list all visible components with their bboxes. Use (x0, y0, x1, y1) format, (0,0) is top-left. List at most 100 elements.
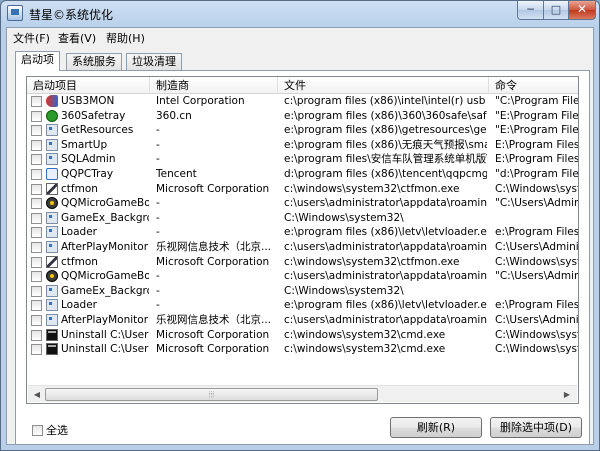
row-manufacturer: Microsoft Corporation (156, 255, 270, 268)
table-row[interactable]: QQMicroGameBoxTray- c:\users\administrato… (27, 269, 578, 284)
row-file: c:\users\administrator\appdata\roaming\l… (284, 313, 487, 326)
row-checkbox[interactable] (31, 212, 42, 224)
row-startup-name: QQMicroGameBoxTray (61, 270, 149, 283)
row-checkbox[interactable] (31, 227, 42, 239)
tab-services[interactable]: 系统服务 (66, 53, 122, 70)
row-checkbox[interactable] (31, 198, 42, 210)
column-header-command[interactable]: 命令 (489, 77, 578, 94)
delete-selected-button[interactable]: 删除选中项(D) (490, 417, 582, 438)
row-manufacturer: - (156, 284, 160, 297)
row-manufacturer: - (156, 299, 160, 312)
row-checkbox[interactable] (31, 314, 42, 326)
row-command: E:\Program Files (x (495, 138, 579, 151)
table-row[interactable]: AfterPlayMonitor 乐视网信息技术（北京... c:\users\ad… (27, 313, 578, 328)
maximize-button[interactable]: □ (543, 1, 569, 20)
row-startup-name: AfterPlayMonitor (61, 240, 149, 253)
title-bar[interactable]: 彗星©系统优化 ─ □ ✕ (1, 1, 599, 25)
tab-junk-cleanup[interactable]: 垃圾清理 (126, 53, 182, 70)
row-checkbox[interactable] (31, 183, 42, 195)
column-header-startup-item[interactable]: 启动项目 (27, 77, 150, 94)
table-row[interactable]: Uninstall C:\Users\A... Microsoft Corpora… (27, 328, 578, 343)
app-icon (46, 138, 58, 151)
game-icon (46, 197, 58, 210)
row-checkbox[interactable] (31, 329, 42, 341)
scroll-left-arrow-icon[interactable]: ◀ (29, 387, 45, 402)
table-row[interactable]: Loader - e:\program files (x86)\letv\letvl… (27, 298, 579, 313)
startup-panel: 启动项目 制造商 文件 命令 USB3MON Intel Corporation c… (15, 70, 590, 445)
table-row[interactable]: GameEx_Background- C:\Windows\system32\ (27, 211, 578, 226)
row-command: C:\Users\Administr (495, 240, 579, 253)
row-command: e:\Program Files (x (495, 299, 579, 312)
column-header-manufacturer[interactable]: 制造商 (150, 77, 278, 94)
minimize-button[interactable]: ─ (517, 1, 544, 20)
row-file: e:\program files\安信车队管理系统单机版\... (284, 153, 487, 166)
table-row[interactable]: SQLAdmin - e:\program files\安信车队管理系统单机版\..… (27, 152, 579, 167)
row-file: c:\windows\system32\cmd.exe (284, 328, 446, 341)
menu-view[interactable]: 查看(V) (58, 30, 96, 46)
row-file: d:\program files (x86)\tencent\qqpcmgr\1… (284, 167, 487, 180)
table-row[interactable]: AfterPlayMonitor 乐视网信息技术（北京... c:\users\ad… (27, 240, 579, 255)
horizontal-scrollbar[interactable]: ◀ ⦙⦙⦙ ▶ (28, 385, 577, 402)
row-startup-name: AfterPlayMonitor (61, 313, 149, 326)
select-all-checkbox[interactable] (32, 425, 43, 436)
table-row[interactable]: 360Safetray 360.cn e:\program files (x86)\… (27, 109, 578, 124)
table-row[interactable]: SmartUp - e:\program files (x86)\无痕天气预报\sm… (27, 138, 579, 153)
table-row[interactable]: GameEx_Background- C:\Windows\system32\ (27, 284, 578, 299)
app-icon (46, 226, 58, 239)
close-button[interactable]: ✕ (568, 1, 596, 20)
row-checkbox[interactable] (31, 285, 42, 297)
column-header-file[interactable]: 文件 (278, 77, 489, 94)
row-startup-name: 360Safetray (61, 109, 126, 122)
row-file: e:\program files (x86)\360\360safe\safem… (284, 109, 487, 122)
startup-list: 启动项目 制造商 文件 命令 USB3MON Intel Corporation c… (26, 76, 579, 404)
row-manufacturer: Microsoft Corporation (156, 328, 270, 341)
table-row[interactable]: Uninstall C:\Users\A... Microsoft Corpora… (27, 342, 578, 357)
row-checkbox[interactable] (31, 96, 42, 107)
row-file: c:\windows\system32\cmd.exe (284, 343, 446, 356)
row-checkbox[interactable] (31, 125, 42, 137)
app-icon (46, 313, 58, 326)
row-checkbox[interactable] (31, 110, 42, 122)
pen-icon (46, 182, 58, 195)
row-manufacturer: - (156, 138, 160, 151)
scroll-right-arrow-icon[interactable]: ▶ (559, 387, 575, 402)
row-file: c:\windows\system32\ctfmon.exe (284, 255, 460, 268)
row-checkbox[interactable] (31, 168, 42, 180)
row-checkbox[interactable] (31, 300, 42, 312)
table-row[interactable]: QQMicroGameBoxTray- c:\users\administrato… (27, 196, 578, 211)
row-startup-name: USB3MON (61, 95, 115, 107)
scroll-thumb[interactable]: ⦙⦙⦙ (45, 388, 378, 401)
window-title: 彗星©系统优化 (29, 8, 114, 22)
tab-startup[interactable]: 启动项 (15, 51, 60, 71)
table-row[interactable]: ctfmon Microsoft Corporation c:\windows\sy… (27, 182, 578, 197)
menu-help[interactable]: 帮助(H) (106, 30, 145, 46)
table-row[interactable]: Loader - e:\program files (x86)\letv\letvl… (27, 225, 578, 240)
row-checkbox[interactable] (31, 271, 42, 283)
row-command: "E:\Program Files ( (495, 124, 579, 137)
table-row[interactable]: USB3MON Intel Corporation c:\program files… (27, 94, 579, 109)
row-manufacturer: - (156, 211, 160, 224)
table-row[interactable]: QQPCTray Tencent d:\program files (x86)\te… (27, 167, 578, 182)
table-row[interactable]: ctfmon Microsoft Corporation c:\windows\sy… (27, 255, 578, 270)
row-checkbox[interactable] (31, 139, 42, 151)
cmd-icon (46, 343, 58, 356)
row-manufacturer: 乐视网信息技术（北京... (156, 313, 272, 326)
select-all[interactable]: 全选 (32, 423, 68, 437)
row-startup-name: GameEx_Background (61, 284, 149, 297)
row-command: "C:\Program Files ( (495, 95, 579, 107)
refresh-button[interactable]: 刷新(R) (390, 417, 482, 438)
row-checkbox[interactable] (31, 256, 42, 268)
menu-file[interactable]: 文件(F) (13, 30, 50, 46)
app-window: 彗星©系统优化 ─ □ ✕ 文件(F) 查看(V) 帮助(H) 启动项 系统服务… (0, 0, 600, 451)
row-startup-name: GetResources (61, 124, 134, 137)
row-command: E:\Program Files\安 (495, 153, 579, 166)
row-manufacturer: - (156, 270, 160, 283)
pen-icon (46, 255, 58, 268)
row-startup-name: QQPCTray (61, 167, 114, 180)
row-checkbox[interactable] (31, 344, 42, 356)
table-row[interactable]: GetResources - e:\program files (x86)\getr… (27, 123, 579, 138)
row-checkbox[interactable] (31, 154, 42, 166)
row-command: C:\Windows\syster (495, 328, 578, 341)
row-manufacturer: 360.cn (156, 109, 192, 122)
row-checkbox[interactable] (31, 241, 42, 253)
